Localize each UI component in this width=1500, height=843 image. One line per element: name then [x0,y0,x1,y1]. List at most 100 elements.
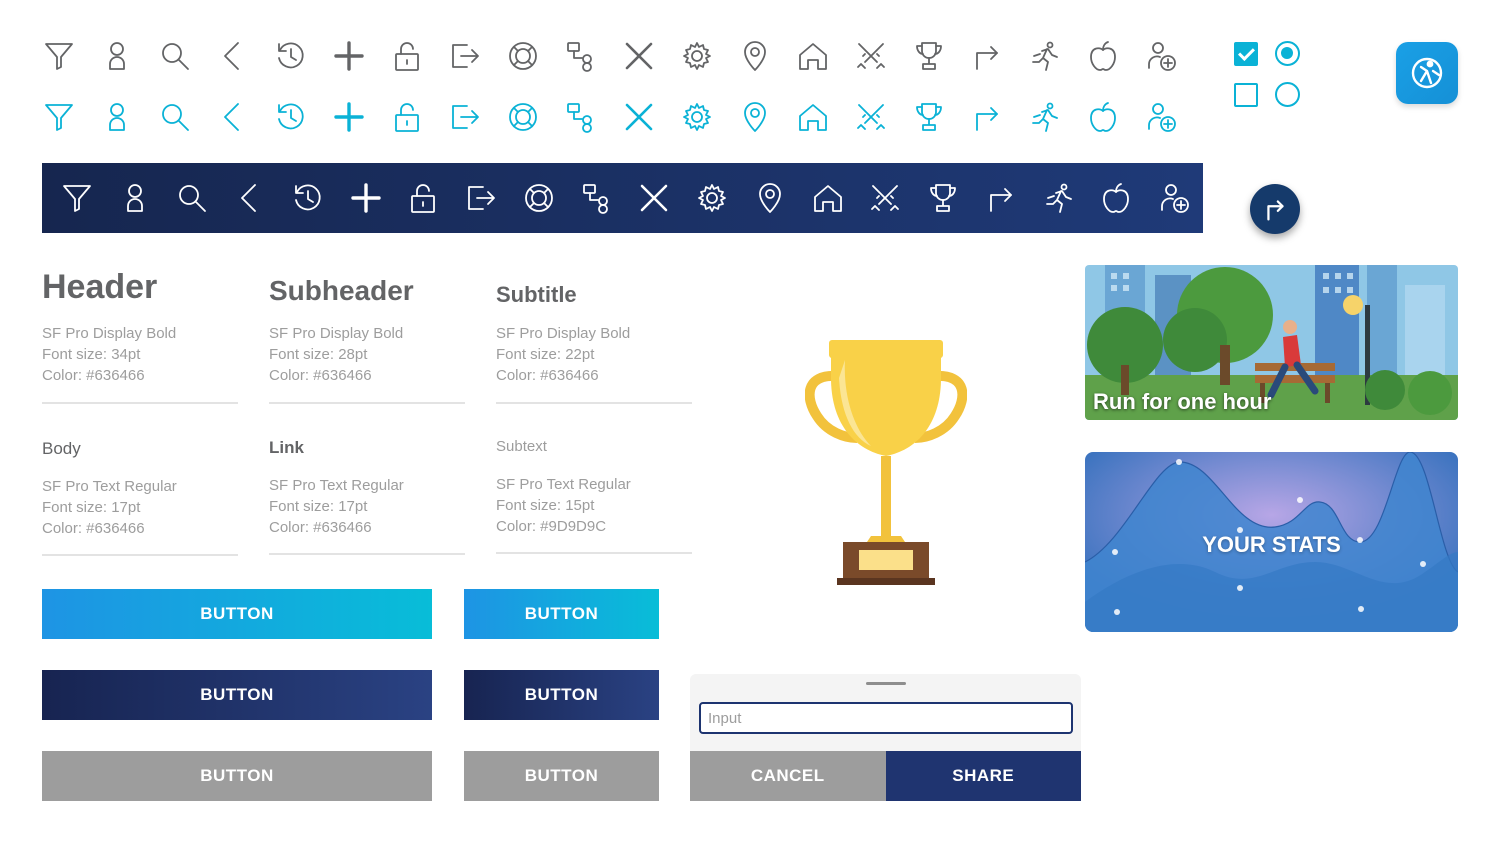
search-icon[interactable] [146,97,204,137]
add-user-icon[interactable] [1145,163,1203,233]
disabled-button[interactable]: BUTTON [464,751,659,801]
home-icon[interactable] [799,163,857,233]
hierarchy-icon[interactable] [568,163,626,233]
trophy-icon[interactable] [914,163,972,233]
user-icon[interactable] [88,97,146,137]
plus-icon[interactable] [320,97,378,137]
spec-color: Color: #9D9D9C [496,518,607,535]
hierarchy-icon[interactable] [552,36,610,76]
unlock-icon[interactable] [378,97,436,137]
back-icon[interactable] [204,36,262,76]
gear-icon[interactable] [668,36,726,76]
apple-icon[interactable] [1074,97,1132,137]
user-icon[interactable] [106,163,164,233]
type-spec-subtitle: Subtitle SF Pro Display Bold Font size: … [496,282,692,404]
hierarchy-icon[interactable] [552,97,610,137]
spec-meta: SF Pro Text Regular Font size: 17pt Colo… [42,476,238,539]
spec-title: Header [42,268,158,306]
checkbox-unchecked[interactable] [1234,83,1258,107]
add-user-icon[interactable] [1132,97,1190,137]
logout-icon[interactable] [436,36,494,76]
location-pin-icon[interactable] [741,163,799,233]
lifebuoy-icon[interactable] [510,163,568,233]
spec-color: Color: #636466 [269,367,372,384]
filter-icon[interactable] [30,97,88,137]
spec-color: Color: #636466 [42,367,145,384]
back-icon[interactable] [204,97,262,137]
logout-icon[interactable] [452,163,510,233]
close-icon[interactable] [626,163,684,233]
search-icon[interactable] [146,36,204,76]
turn-right-icon [1267,200,1284,221]
primary-button-wide[interactable]: BUTTON [42,589,432,639]
primary-button[interactable]: BUTTON [464,589,659,639]
plus-icon[interactable] [320,36,378,76]
runner-icon[interactable] [1016,97,1074,137]
stats-card[interactable]: YOUR STATS [1085,452,1458,632]
history-icon[interactable] [262,97,320,137]
share-sheet: CANCEL SHARE [690,674,1081,801]
turn-right-icon[interactable] [972,163,1030,233]
drag-handle[interactable] [866,682,906,685]
lifebuoy-icon[interactable] [494,36,552,76]
spec-font: SF Pro Text Regular [496,476,631,493]
history-icon[interactable] [279,163,337,233]
turn-right-icon[interactable] [958,97,1016,137]
radio-unchecked[interactable] [1275,82,1300,107]
share-button[interactable]: SHARE [885,751,1081,801]
logout-icon[interactable] [436,97,494,137]
unlock-icon[interactable] [395,163,453,233]
location-pin-icon[interactable] [726,97,784,137]
close-icon[interactable] [610,97,668,137]
home-icon[interactable] [784,36,842,76]
spec-title[interactable]: Link [269,437,465,459]
close-icon[interactable] [610,36,668,76]
runner-icon[interactable] [1016,36,1074,76]
trophy-icon[interactable] [900,97,958,137]
share-input[interactable] [699,702,1073,734]
location-pin-icon[interactable] [726,36,784,76]
type-spec-body: Body SF Pro Text Regular Font size: 17pt… [42,438,238,556]
activity-card-title: Run for one hour [1093,389,1272,414]
lifebuoy-icon[interactable] [494,97,552,137]
radio-checked[interactable] [1275,41,1300,66]
swords-icon[interactable] [842,36,900,76]
icon-row-gray [30,36,1190,76]
divider [496,402,692,404]
turn-right-icon[interactable] [958,36,1016,76]
plus-icon[interactable] [337,163,395,233]
history-icon[interactable] [262,36,320,76]
type-spec-link: Link SF Pro Text Regular Font size: 17pt… [269,437,465,555]
cancel-button[interactable]: CANCEL [690,751,886,801]
filter-icon[interactable] [48,163,106,233]
runner-icon[interactable] [1030,163,1088,233]
spec-meta: SF Pro Display Bold Font size: 34pt Colo… [42,323,238,386]
back-icon[interactable] [221,163,279,233]
divider [496,552,692,554]
apple-icon[interactable] [1074,36,1132,76]
activity-card[interactable]: Run for one hour [1085,265,1458,420]
apple-icon[interactable] [1088,163,1146,233]
gear-icon[interactable] [668,97,726,137]
spec-size: Font size: 22pt [496,346,595,363]
spec-font: SF Pro Text Regular [42,478,177,495]
gear-icon[interactable] [683,163,741,233]
secondary-button-wide[interactable]: BUTTON [42,670,432,720]
spec-color: Color: #636466 [269,519,372,536]
secondary-button[interactable]: BUTTON [464,670,659,720]
stats-card-title: YOUR STATS [1202,532,1341,557]
search-icon[interactable] [164,163,222,233]
unlock-icon[interactable] [378,36,436,76]
swords-icon[interactable] [857,163,915,233]
user-icon[interactable] [88,36,146,76]
swords-icon[interactable] [842,97,900,137]
home-icon[interactable] [784,97,842,137]
floating-action-button[interactable] [1250,184,1300,234]
disabled-button-wide[interactable]: BUTTON [42,751,432,801]
app-logo[interactable] [1396,42,1458,104]
trophy-icon[interactable] [900,36,958,76]
spec-title: Subtitle [496,282,577,307]
add-user-icon[interactable] [1132,36,1190,76]
checkbox-checked[interactable] [1234,42,1258,66]
filter-icon[interactable] [30,36,88,76]
